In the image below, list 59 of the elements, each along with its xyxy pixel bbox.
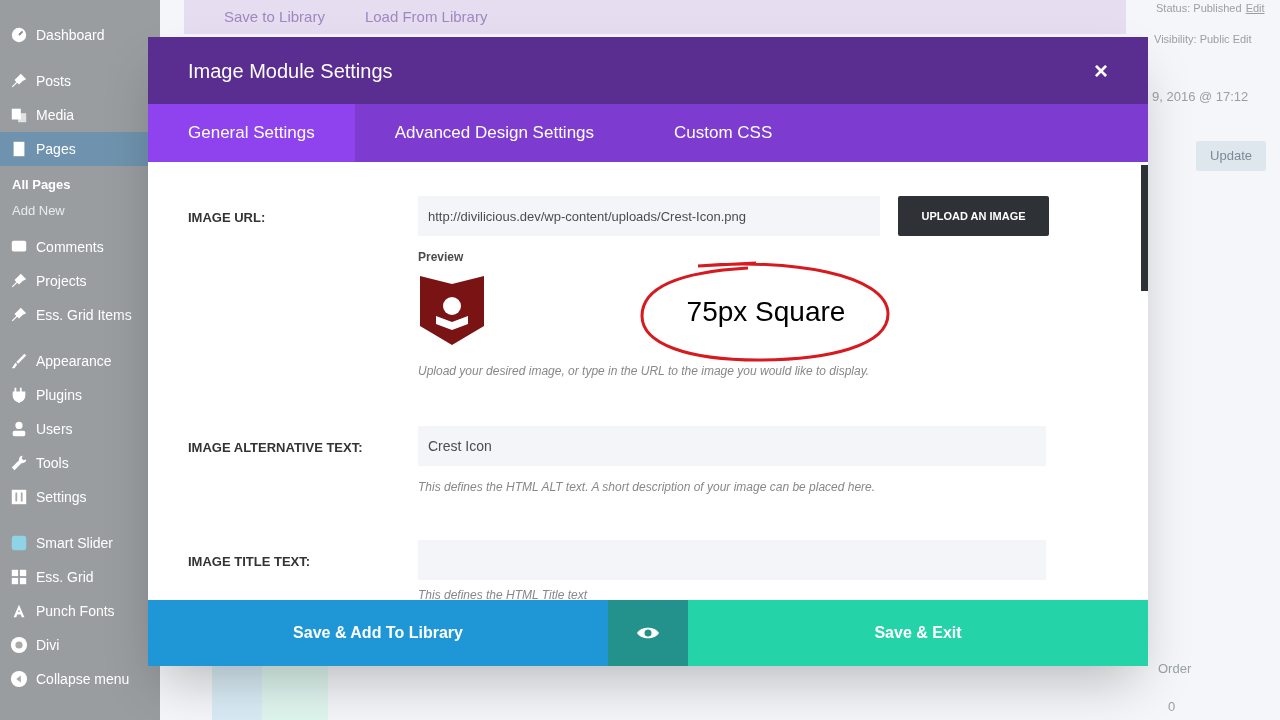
visibility-text: Visibility: Public Edit <box>1153 31 1253 47</box>
annotation-text: 75px Square <box>686 295 846 329</box>
media-icon <box>10 106 28 124</box>
pin-icon <box>10 306 28 324</box>
sidebar-item[interactable]: Comments <box>0 230 160 264</box>
preview-label: Preview <box>418 249 465 266</box>
pin-icon <box>10 72 28 90</box>
help-text: This defines the HTML Title text <box>418 587 589 600</box>
save-to-library-button[interactable]: Save & Add To Library <box>148 600 608 666</box>
upload-button[interactable]: UPLOAD AN IMAGE <box>898 196 1049 236</box>
order-value: 0 <box>1167 697 1177 716</box>
settings-tab[interactable]: General Settings <box>148 104 355 162</box>
crest-image <box>418 274 486 346</box>
sidebar-item[interactable]: Settings <box>0 480 160 514</box>
sidebar-item[interactable]: Dashboard <box>0 18 160 52</box>
help-text: This defines the HTML ALT text. A short description of your image can be placed here. <box>418 479 877 496</box>
settings-tab[interactable]: Custom CSS <box>634 104 813 162</box>
scrollbar[interactable] <box>1141 165 1148 291</box>
user-icon <box>10 420 28 438</box>
grid-icon <box>10 568 28 586</box>
sidebar-item[interactable]: Users <box>0 412 160 446</box>
settings-tab[interactable]: Advanced Design Settings <box>354 104 635 162</box>
field-label: IMAGE URL: <box>188 209 267 227</box>
eye-icon <box>636 625 660 641</box>
sidebar-item[interactable]: Posts <box>0 64 160 98</box>
sidebar-item[interactable]: Plugins <box>0 378 160 412</box>
library-toolbar-button[interactable]: Save to Library <box>224 5 325 29</box>
sidebar-item[interactable]: Smart Slider <box>0 526 160 560</box>
slider-icon <box>10 534 28 552</box>
plug-icon <box>10 386 28 404</box>
modal-title: Image Module Settings <box>188 58 393 84</box>
brush-icon <box>10 352 28 370</box>
sidebar-item[interactable]: Tools <box>0 446 160 480</box>
sidebar-item[interactable]: Appearance <box>0 344 160 378</box>
status-text: Status: Published <box>1156 1 1242 16</box>
url-field[interactable]: http://divilicious.dev/wp-content/uploads/Crest-Icon.png <box>418 196 880 236</box>
layout-block <box>262 666 328 720</box>
sidebar-item[interactable]: Projects <box>0 264 160 298</box>
order-label: Order <box>1157 660 1193 678</box>
wrench-icon <box>10 454 28 472</box>
save-exit-button[interactable]: Save & Exit <box>688 600 1148 666</box>
divi-icon <box>10 636 28 654</box>
sidebar-item[interactable]: Ess. Grid Items <box>0 298 160 332</box>
field-label: IMAGE TITLE TEXT: <box>188 553 312 571</box>
help-text: Upload your desired image, or type in the URL to the image you would like to display. <box>418 363 871 380</box>
layout-block <box>212 666 262 720</box>
close-button[interactable]: × <box>1094 58 1108 83</box>
field-label: IMAGE ALTERNATIVE TEXT: <box>188 439 364 457</box>
settings-icon <box>10 488 28 506</box>
update-button[interactable]: Update <box>1196 140 1266 171</box>
sidebar-item[interactable]: Ess. Grid <box>0 560 160 594</box>
edit-link[interactable]: Edit <box>1245 0 1265 17</box>
gauge-icon <box>10 26 28 44</box>
collapse-icon <box>10 670 28 688</box>
library-toolbar-button[interactable]: Load From Library <box>364 5 488 29</box>
pin-icon <box>10 272 28 290</box>
alt-text-field[interactable]: Crest Icon <box>418 426 1046 466</box>
publish-date: 9, 2016 @ 17:12 <box>1151 88 1250 106</box>
preview-button[interactable] <box>608 600 688 666</box>
